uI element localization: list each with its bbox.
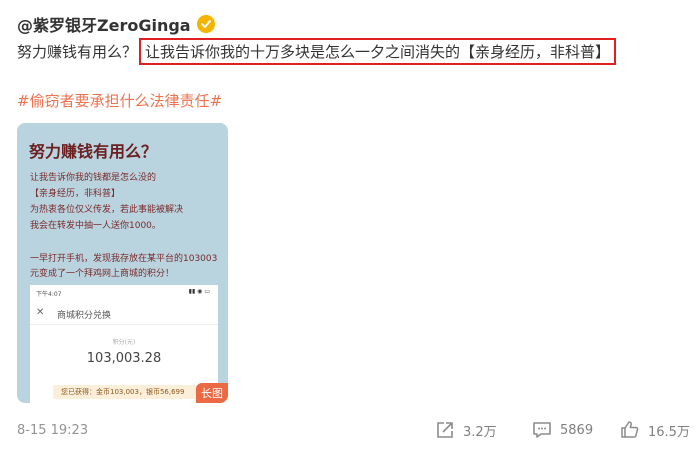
card-title: 努力赚钱有用么？ — [29, 142, 158, 161]
share-button[interactable]: 3.2万 — [435, 420, 497, 440]
author-name[interactable]: @紫罗银牙ZeroGinga — [17, 12, 191, 36]
post-text-prefix: 努力赚钱有用么？ — [17, 43, 138, 61]
card-line: 我会在转发中抽一人送你1000。 — [30, 221, 161, 231]
long-image-card[interactable]: 努力赚钱有用么？ 让我告诉你我的钱都是怎么没的 【亲身经历，非科普】 为热衷各位… — [17, 123, 228, 403]
phone-status-time: 下午4:07 — [36, 291, 62, 298]
topic-link[interactable]: #偷窃者要承担什么法律责任# — [17, 90, 222, 111]
thumbs-up-icon — [621, 421, 639, 438]
phone-status-icons: ▮▮ ◉ ▭ — [188, 288, 210, 295]
balance-amount: 103,003.28 — [86, 351, 162, 366]
gained-notice: 您已获得：金币103,003，银币56,699 — [53, 385, 213, 399]
post-date[interactable]: 8-15 19:23 — [17, 423, 88, 438]
comment-icon — [533, 422, 551, 438]
post-header: @紫罗银牙ZeroGinga — [17, 12, 215, 36]
post-text-highlight: 让我告诉你我的十万多块是怎么一夕之间消失的【亲身经历，非科普】 — [139, 38, 617, 65]
card-line: 让我告诉你我的钱都是怎么没的 — [30, 173, 157, 183]
share-icon — [437, 422, 453, 438]
phone-screenshot: 下午4:07 ▮▮ ◉ ▭ ✕ 商城积分兑换 积分(元) 103,003.28 … — [30, 285, 218, 403]
card-line: 为热衷各位仅义传发，若此事能被解决 — [30, 205, 184, 215]
share-count: 3.2万 — [463, 424, 497, 440]
comment-button[interactable]: 5869 — [532, 420, 593, 440]
phone-nav-bar: ✕ 商城积分兑换 — [30, 303, 218, 325]
card-line: 【亲身经历，非科普】 — [30, 189, 121, 199]
verified-badge-icon — [196, 15, 215, 33]
comment-count: 5869 — [560, 422, 594, 438]
phone-screen-title: 商城积分兑换 — [57, 311, 112, 321]
balance-label: 积分(元) — [112, 339, 136, 346]
post-text: 努力赚钱有用么？ 让我告诉你我的十万多块是怎么一夕之间消失的【亲身经历，非科普】 — [17, 38, 617, 65]
card-line: 元变成了一个拜鸡网上商城的积分！ — [30, 269, 175, 279]
card-line: 一早打开手机，发现我存放在某平台的103003 — [30, 254, 218, 264]
post-footer: 8-15 19:23 3.2万 5869 16.5万 — [0, 418, 700, 446]
like-button[interactable]: 16.5万 — [620, 420, 690, 440]
long-image-badge: 长图 — [196, 383, 228, 403]
like-count: 16.5万 — [648, 424, 690, 440]
close-icon: ✕ — [36, 307, 45, 318]
